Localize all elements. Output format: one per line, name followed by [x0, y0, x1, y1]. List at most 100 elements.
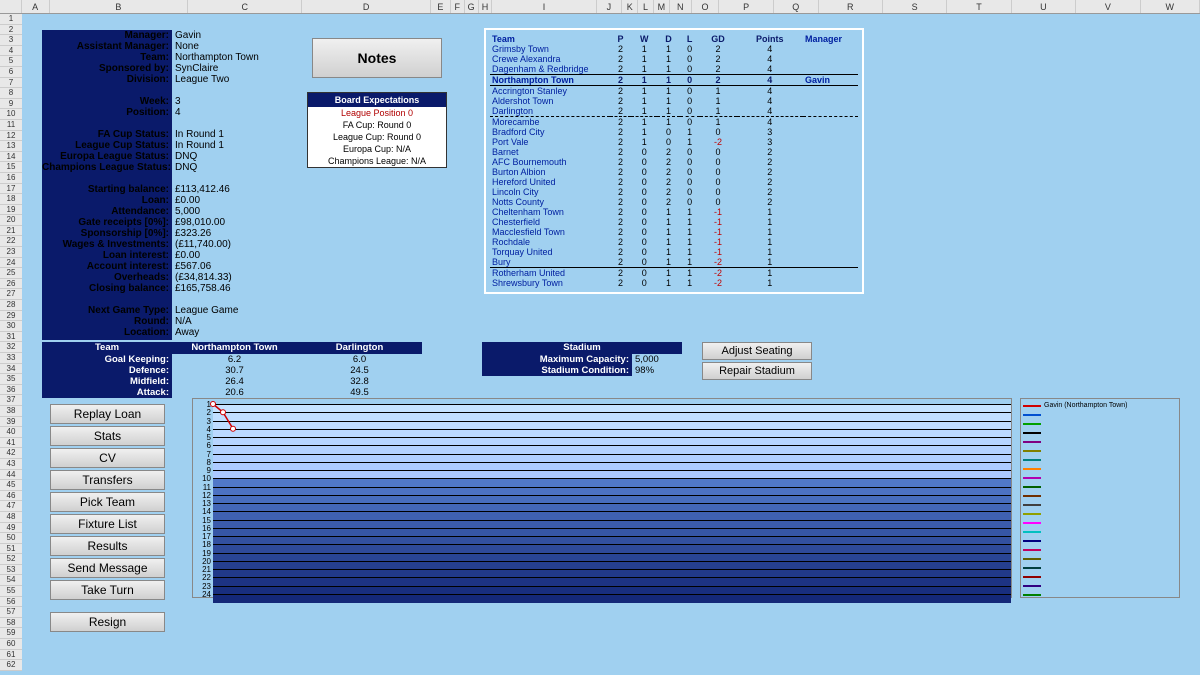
- row-header-26[interactable]: 26: [0, 279, 22, 290]
- row-header-55[interactable]: 55: [0, 586, 22, 597]
- send-message-button[interactable]: Send Message: [50, 558, 165, 578]
- row-header-12[interactable]: 12: [0, 131, 22, 142]
- row-header-39[interactable]: 39: [0, 417, 22, 428]
- row-header-60[interactable]: 60: [0, 639, 22, 650]
- row-header-31[interactable]: 31: [0, 332, 22, 343]
- row-header-36[interactable]: 36: [0, 385, 22, 396]
- row-header-34[interactable]: 34: [0, 364, 22, 375]
- row-header-29[interactable]: 29: [0, 311, 22, 322]
- col-header-B[interactable]: B: [50, 0, 189, 13]
- col-header-W[interactable]: W: [1141, 0, 1200, 13]
- col-header-I[interactable]: I: [492, 0, 596, 13]
- row-header-27[interactable]: 27: [0, 289, 22, 300]
- stats-button[interactable]: Stats: [50, 426, 165, 446]
- row-header-45[interactable]: 45: [0, 480, 22, 491]
- row-header-8[interactable]: 8: [0, 88, 22, 99]
- take-turn-button[interactable]: Take Turn: [50, 580, 165, 600]
- row-header-2[interactable]: 2: [0, 25, 22, 36]
- col-header-Q[interactable]: Q: [774, 0, 819, 13]
- col-header-G[interactable]: G: [465, 0, 479, 13]
- col-header-J[interactable]: J: [597, 0, 623, 13]
- row-header-6[interactable]: 6: [0, 67, 22, 78]
- row-header-3[interactable]: 3: [0, 35, 22, 46]
- row-header-62[interactable]: 62: [0, 660, 22, 671]
- fixture-list-button[interactable]: Fixture List: [50, 514, 165, 534]
- row-header-4[interactable]: 4: [0, 46, 22, 57]
- col-header-T[interactable]: T: [947, 0, 1011, 13]
- row-header-24[interactable]: 24: [0, 258, 22, 269]
- adjust-seating-button[interactable]: Adjust Seating: [702, 342, 812, 360]
- repair-stadium-button[interactable]: Repair Stadium: [702, 362, 812, 380]
- row-header-30[interactable]: 30: [0, 321, 22, 332]
- row-header-41[interactable]: 41: [0, 438, 22, 449]
- row-header-28[interactable]: 28: [0, 300, 22, 311]
- col-header-R[interactable]: R: [819, 0, 883, 13]
- col-header-F[interactable]: F: [451, 0, 465, 13]
- row-header-48[interactable]: 48: [0, 512, 22, 523]
- row-header-18[interactable]: 18: [0, 194, 22, 205]
- row-header-38[interactable]: 38: [0, 406, 22, 417]
- row-header-43[interactable]: 43: [0, 459, 22, 470]
- row-header-16[interactable]: 16: [0, 173, 22, 184]
- row-header-32[interactable]: 32: [0, 342, 22, 353]
- replay-loan-button[interactable]: Replay Loan: [50, 404, 165, 424]
- row-header-23[interactable]: 23: [0, 247, 22, 258]
- row-header-47[interactable]: 47: [0, 501, 22, 512]
- row-header-44[interactable]: 44: [0, 470, 22, 481]
- col-header-K[interactable]: K: [622, 0, 638, 13]
- row-header-22[interactable]: 22: [0, 236, 22, 247]
- notes-button[interactable]: Notes: [312, 38, 442, 78]
- pick-team-button[interactable]: Pick Team: [50, 492, 165, 512]
- row-header-15[interactable]: 15: [0, 162, 22, 173]
- row-header-58[interactable]: 58: [0, 618, 22, 629]
- row-header-56[interactable]: 56: [0, 597, 22, 608]
- row-header-42[interactable]: 42: [0, 448, 22, 459]
- row-header-54[interactable]: 54: [0, 575, 22, 586]
- col-header-U[interactable]: U: [1012, 0, 1076, 13]
- row-header-61[interactable]: 61: [0, 650, 22, 661]
- row-header-9[interactable]: 9: [0, 99, 22, 110]
- resign-button[interactable]: Resign: [50, 612, 165, 632]
- row-header-57[interactable]: 57: [0, 607, 22, 618]
- col-header-A[interactable]: A: [22, 0, 50, 13]
- row-header-40[interactable]: 40: [0, 427, 22, 438]
- row-header-53[interactable]: 53: [0, 565, 22, 576]
- row-header-51[interactable]: 51: [0, 544, 22, 555]
- row-header-7[interactable]: 7: [0, 78, 22, 89]
- col-header-L[interactable]: L: [638, 0, 654, 13]
- row-header-13[interactable]: 13: [0, 141, 22, 152]
- row-header-21[interactable]: 21: [0, 226, 22, 237]
- row-header-5[interactable]: 5: [0, 56, 22, 67]
- league-header: Manager: [803, 34, 858, 44]
- col-header-P[interactable]: P: [719, 0, 774, 13]
- col-header-S[interactable]: S: [883, 0, 947, 13]
- row-header-17[interactable]: 17: [0, 184, 22, 195]
- row-header-46[interactable]: 46: [0, 491, 22, 502]
- col-header-E[interactable]: E: [431, 0, 451, 13]
- tc-away-val: 49.5: [297, 387, 422, 398]
- row-header-50[interactable]: 50: [0, 533, 22, 544]
- row-header-20[interactable]: 20: [0, 215, 22, 226]
- col-header-D[interactable]: D: [302, 0, 431, 13]
- row-header-19[interactable]: 19: [0, 205, 22, 216]
- row-header-1[interactable]: 1: [0, 14, 22, 25]
- row-header-49[interactable]: 49: [0, 523, 22, 534]
- row-header-33[interactable]: 33: [0, 353, 22, 364]
- transfers-button[interactable]: Transfers: [50, 470, 165, 490]
- col-header-C[interactable]: C: [188, 0, 302, 13]
- row-header-52[interactable]: 52: [0, 554, 22, 565]
- row-header-25[interactable]: 25: [0, 268, 22, 279]
- col-header-N[interactable]: N: [670, 0, 692, 13]
- col-header-H[interactable]: H: [479, 0, 493, 13]
- row-header-35[interactable]: 35: [0, 374, 22, 385]
- cv-button[interactable]: CV: [50, 448, 165, 468]
- row-header-10[interactable]: 10: [0, 109, 22, 120]
- col-header-O[interactable]: O: [692, 0, 720, 13]
- row-header-14[interactable]: 14: [0, 152, 22, 163]
- results-button[interactable]: Results: [50, 536, 165, 556]
- row-header-37[interactable]: 37: [0, 395, 22, 406]
- row-header-11[interactable]: 11: [0, 120, 22, 131]
- col-header-M[interactable]: M: [654, 0, 670, 13]
- col-header-V[interactable]: V: [1076, 0, 1140, 13]
- row-header-59[interactable]: 59: [0, 628, 22, 639]
